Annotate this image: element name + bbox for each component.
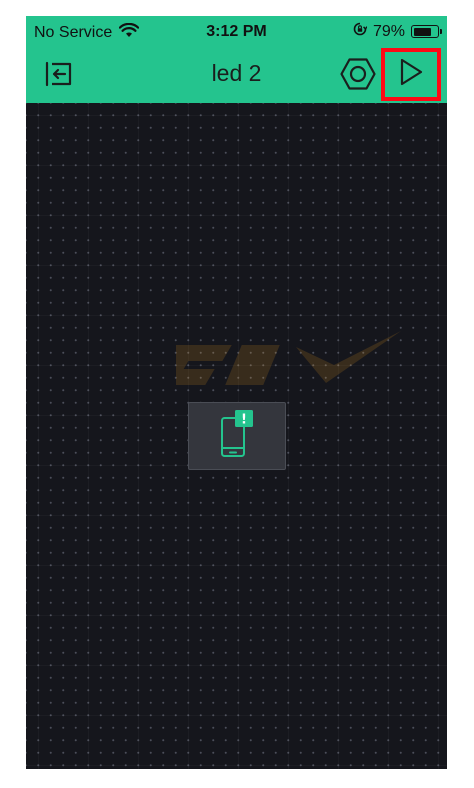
- hexagon-settings-icon: [340, 57, 376, 96]
- status-bar: No Service 3:12 PM 79%: [26, 16, 447, 46]
- rotation-lock-icon: [353, 22, 368, 41]
- phone-screen: No Service 3:12 PM 79% led 2 !: [26, 16, 447, 769]
- project-settings-button[interactable]: [338, 57, 378, 95]
- toolbar: led 2: [26, 46, 447, 103]
- play-icon: [398, 57, 424, 92]
- battery-icon: [411, 25, 442, 38]
- dashboard-canvas[interactable]: !: [26, 103, 447, 769]
- status-right: 79%: [353, 22, 442, 41]
- device-warning-badge: !: [241, 412, 247, 427]
- device-status-card[interactable]: !: [188, 402, 286, 470]
- phone-warning-icon: !: [215, 408, 259, 465]
- play-button[interactable]: [381, 48, 441, 101]
- watermark-logo: [171, 325, 406, 405]
- battery-percent: 79%: [372, 22, 405, 40]
- battery-level: [413, 27, 431, 36]
